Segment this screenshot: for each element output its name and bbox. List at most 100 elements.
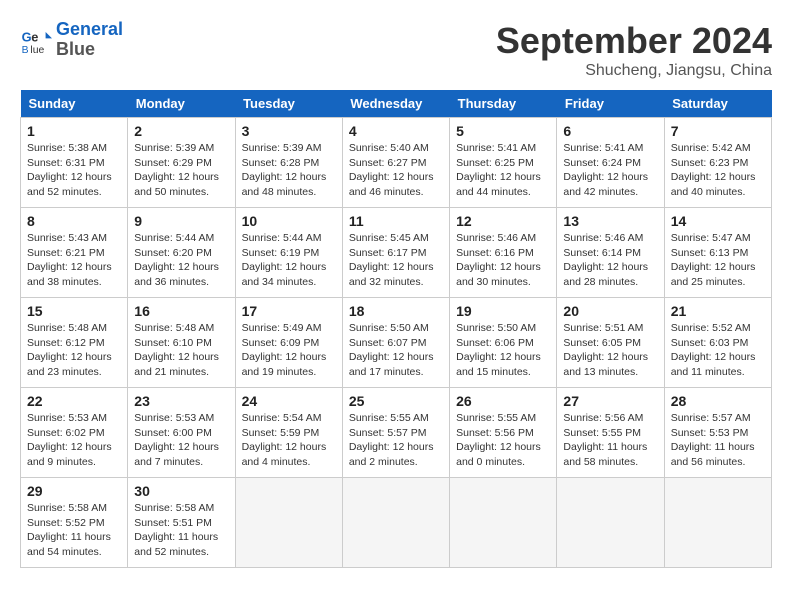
day-number: 8 xyxy=(27,213,121,229)
day-cell-8: 8 Sunrise: 5:43 AM Sunset: 6:21 PM Daylig… xyxy=(21,208,128,298)
day-info: Sunrise: 5:42 AM Sunset: 6:23 PM Dayligh… xyxy=(671,141,765,200)
day-info: Sunrise: 5:50 AM Sunset: 6:06 PM Dayligh… xyxy=(456,321,550,380)
day-number: 13 xyxy=(563,213,657,229)
day-cell-29: 29 Sunrise: 5:58 AM Sunset: 5:52 PM Dayli… xyxy=(21,478,128,568)
location-title: Shucheng, Jiangsu, China xyxy=(496,62,772,80)
day-info: Sunrise: 5:41 AM Sunset: 6:24 PM Dayligh… xyxy=(563,141,657,200)
day-cell-13: 13 Sunrise: 5:46 AM Sunset: 6:14 PM Dayli… xyxy=(557,208,664,298)
day-cell-14: 14 Sunrise: 5:47 AM Sunset: 6:13 PM Dayli… xyxy=(664,208,771,298)
day-number: 28 xyxy=(671,393,765,409)
day-cell-7: 7 Sunrise: 5:42 AM Sunset: 6:23 PM Daylig… xyxy=(664,118,771,208)
day-info: Sunrise: 5:44 AM Sunset: 6:20 PM Dayligh… xyxy=(134,231,228,290)
day-cell-5: 5 Sunrise: 5:41 AM Sunset: 6:25 PM Daylig… xyxy=(450,118,557,208)
svg-text:G: G xyxy=(22,29,32,44)
day-info: Sunrise: 5:52 AM Sunset: 6:03 PM Dayligh… xyxy=(671,321,765,380)
day-cell-10: 10Sunrise: 5:44 AM Sunset: 6:19 PM Dayli… xyxy=(235,208,342,298)
day-info: Sunrise: 5:58 AM Sunset: 5:52 PM Dayligh… xyxy=(27,501,121,560)
day-cell-11: 11 Sunrise: 5:45 AM Sunset: 6:17 PM Dayli… xyxy=(342,208,449,298)
day-info: Sunrise: 5:41 AM Sunset: 6:25 PM Dayligh… xyxy=(456,141,550,200)
day-number: 15 xyxy=(27,303,121,319)
day-cell-30: 30 Sunrise: 5:58 AM Sunset: 5:51 PM Dayli… xyxy=(128,478,235,568)
day-info: Sunrise: 5:50 AM Sunset: 6:07 PM Dayligh… xyxy=(349,321,443,380)
svg-text:lue: lue xyxy=(30,45,44,56)
empty-cell xyxy=(342,478,449,568)
day-info: Sunrise: 5:51 AM Sunset: 6:05 PM Dayligh… xyxy=(563,321,657,380)
day-cell-28: 28 Sunrise: 5:57 AM Sunset: 5:53 PM Dayli… xyxy=(664,388,771,478)
day-info: Sunrise: 5:46 AM Sunset: 6:16 PM Dayligh… xyxy=(456,231,550,290)
day-number: 27 xyxy=(563,393,657,409)
day-info: Sunrise: 5:46 AM Sunset: 6:14 PM Dayligh… xyxy=(563,231,657,290)
day-info: Sunrise: 5:57 AM Sunset: 5:53 PM Dayligh… xyxy=(671,411,765,470)
day-cell-25: 25 Sunrise: 5:55 AM Sunset: 5:57 PM Dayli… xyxy=(342,388,449,478)
day-number: 19 xyxy=(456,303,550,319)
header-wednesday: Wednesday xyxy=(342,90,449,118)
day-info: Sunrise: 5:48 AM Sunset: 6:10 PM Dayligh… xyxy=(134,321,228,380)
day-cell-17: 17Sunrise: 5:49 AM Sunset: 6:09 PM Dayli… xyxy=(235,298,342,388)
day-info: Sunrise: 5:45 AM Sunset: 6:17 PM Dayligh… xyxy=(349,231,443,290)
day-cell-19: 19 Sunrise: 5:50 AM Sunset: 6:06 PM Dayli… xyxy=(450,298,557,388)
day-number: 14 xyxy=(671,213,765,229)
day-cell-9: 9 Sunrise: 5:44 AM Sunset: 6:20 PM Daylig… xyxy=(128,208,235,298)
day-number: 5 xyxy=(456,123,550,139)
month-title: September 2024 xyxy=(496,20,772,62)
day-cell-27: 27 Sunrise: 5:56 AM Sunset: 5:55 PM Dayli… xyxy=(557,388,664,478)
logo-text: General Blue xyxy=(56,20,123,60)
empty-cell xyxy=(664,478,771,568)
day-info: Sunrise: 5:47 AM Sunset: 6:13 PM Dayligh… xyxy=(671,231,765,290)
header-sunday: Sunday xyxy=(21,90,128,118)
day-number: 9 xyxy=(134,213,228,229)
logo: G e B lue General Blue xyxy=(20,20,123,60)
calendar-week-row: 22 Sunrise: 5:53 AM Sunset: 6:02 PM Dayli… xyxy=(21,388,772,478)
svg-text:e: e xyxy=(31,29,38,44)
calendar-table: Sunday Monday Tuesday Wednesday Thursday… xyxy=(20,90,772,568)
calendar-week-row: 8 Sunrise: 5:43 AM Sunset: 6:21 PM Daylig… xyxy=(21,208,772,298)
day-cell-1: 1Sunrise: 5:38 AM Sunset: 6:31 PM Daylig… xyxy=(21,118,128,208)
day-number: 11 xyxy=(349,213,443,229)
day-number: 6 xyxy=(563,123,657,139)
day-number: 23 xyxy=(134,393,228,409)
day-info: Sunrise: 5:48 AM Sunset: 6:12 PM Dayligh… xyxy=(27,321,121,380)
day-cell-16: 16Sunrise: 5:48 AM Sunset: 6:10 PM Dayli… xyxy=(128,298,235,388)
day-info: Sunrise: 5:43 AM Sunset: 6:21 PM Dayligh… xyxy=(27,231,121,290)
logo-icon: G e B lue xyxy=(20,24,52,56)
header-saturday: Saturday xyxy=(664,90,771,118)
day-number: 25 xyxy=(349,393,443,409)
day-info: Sunrise: 5:55 AM Sunset: 5:57 PM Dayligh… xyxy=(349,411,443,470)
calendar-week-row: 29 Sunrise: 5:58 AM Sunset: 5:52 PM Dayli… xyxy=(21,478,772,568)
day-cell-3: 3 Sunrise: 5:39 AM Sunset: 6:28 PM Daylig… xyxy=(235,118,342,208)
day-number: 7 xyxy=(671,123,765,139)
day-info: Sunrise: 5:58 AM Sunset: 5:51 PM Dayligh… xyxy=(134,501,228,560)
empty-cell xyxy=(235,478,342,568)
day-cell-6: 6 Sunrise: 5:41 AM Sunset: 6:24 PM Daylig… xyxy=(557,118,664,208)
day-cell-20: 20Sunrise: 5:51 AM Sunset: 6:05 PM Dayli… xyxy=(557,298,664,388)
day-number: 4 xyxy=(349,123,443,139)
day-number: 2 xyxy=(134,123,228,139)
page-header: G e B lue General Blue September 2024 Sh… xyxy=(20,20,772,80)
day-cell-22: 22 Sunrise: 5:53 AM Sunset: 6:02 PM Dayli… xyxy=(21,388,128,478)
empty-cell xyxy=(557,478,664,568)
day-number: 3 xyxy=(242,123,336,139)
empty-cell xyxy=(450,478,557,568)
svg-text:B: B xyxy=(22,45,29,56)
day-cell-2: 2Sunrise: 5:39 AM Sunset: 6:29 PM Daylig… xyxy=(128,118,235,208)
days-header-row: Sunday Monday Tuesday Wednesday Thursday… xyxy=(21,90,772,118)
day-number: 12 xyxy=(456,213,550,229)
day-info: Sunrise: 5:39 AM Sunset: 6:28 PM Dayligh… xyxy=(242,141,336,200)
day-info: Sunrise: 5:56 AM Sunset: 5:55 PM Dayligh… xyxy=(563,411,657,470)
header-friday: Friday xyxy=(557,90,664,118)
day-number: 26 xyxy=(456,393,550,409)
day-info: Sunrise: 5:44 AM Sunset: 6:19 PM Dayligh… xyxy=(242,231,336,290)
day-number: 21 xyxy=(671,303,765,319)
day-number: 29 xyxy=(27,483,121,499)
day-number: 1 xyxy=(27,123,121,139)
day-number: 30 xyxy=(134,483,228,499)
day-number: 18 xyxy=(349,303,443,319)
day-info: Sunrise: 5:40 AM Sunset: 6:27 PM Dayligh… xyxy=(349,141,443,200)
day-info: Sunrise: 5:53 AM Sunset: 6:02 PM Dayligh… xyxy=(27,411,121,470)
header-thursday: Thursday xyxy=(450,90,557,118)
header-monday: Monday xyxy=(128,90,235,118)
day-info: Sunrise: 5:55 AM Sunset: 5:56 PM Dayligh… xyxy=(456,411,550,470)
day-cell-26: 26 Sunrise: 5:55 AM Sunset: 5:56 PM Dayli… xyxy=(450,388,557,478)
day-info: Sunrise: 5:53 AM Sunset: 6:00 PM Dayligh… xyxy=(134,411,228,470)
day-number: 22 xyxy=(27,393,121,409)
